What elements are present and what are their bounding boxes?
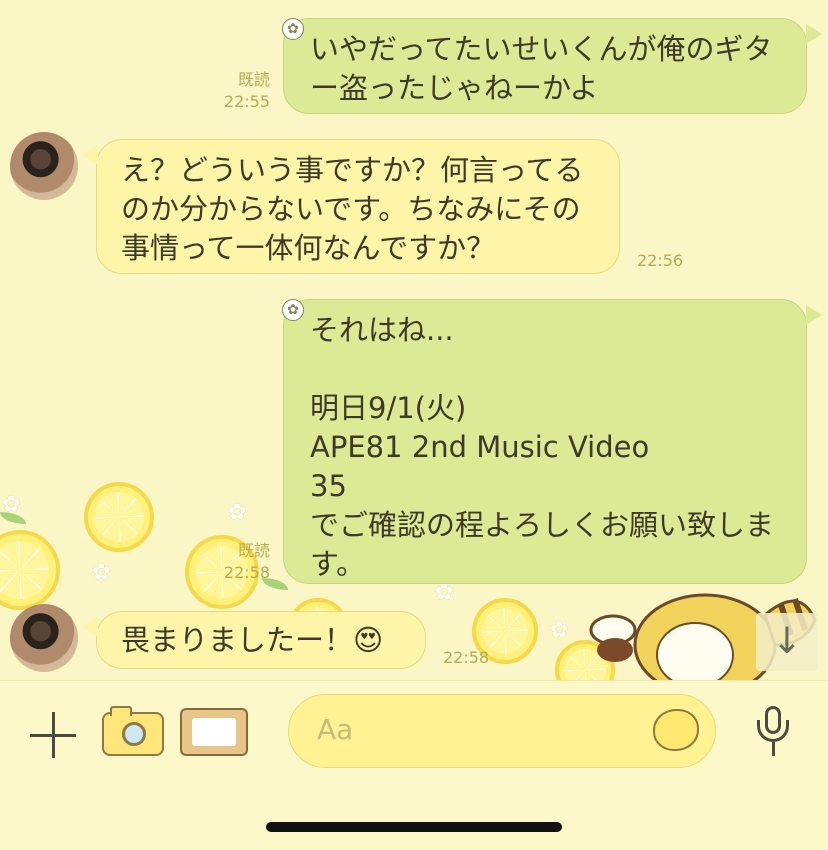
- message-time: 22:56: [637, 251, 684, 270]
- avatar[interactable]: [10, 604, 78, 672]
- leaf-decoration: [0, 512, 26, 524]
- message-input[interactable]: Aa: [288, 694, 716, 768]
- scroll-down-button[interactable]: ↓: [756, 613, 818, 671]
- message-bubble-incoming[interactable]: 畏まりましたー！😍: [96, 611, 426, 669]
- read-receipt: 既読: [237, 70, 270, 89]
- message-time: 22:58: [223, 563, 270, 582]
- microphone-icon-stem: [772, 742, 775, 756]
- bubble-tail: [82, 617, 98, 637]
- star-icon: ✿: [282, 299, 304, 321]
- message-bubble-outgoing[interactable]: それはね... 明日9/1(火) APE81 2nd Music Video 3…: [283, 299, 807, 584]
- star-icon: ✿: [282, 18, 304, 40]
- message-bubble-outgoing[interactable]: いやだってたいせいくんが俺のギター盗ったじゃねーかよ: [283, 18, 807, 114]
- flower-decoration: ✿: [228, 500, 247, 525]
- flower-decoration: ✿: [92, 560, 111, 585]
- message-time: 22:58: [443, 648, 490, 667]
- arrow-down-icon: ↓: [771, 621, 803, 662]
- avatar[interactable]: [10, 132, 78, 200]
- plus-icon[interactable]: [30, 712, 76, 758]
- camera-icon[interactable]: [102, 706, 164, 756]
- flower-decoration: ✿: [550, 618, 569, 643]
- photo-frame-icon[interactable]: [180, 708, 248, 756]
- input-placeholder: Aa: [317, 713, 354, 746]
- chat-area[interactable]: ✿ ✿ ✿ ✿ ✿ いやだってたいせいくんが俺のギター盗ったじゃねーかよ ✿ 既…: [0, 0, 828, 680]
- bubble-tail: [806, 24, 822, 44]
- home-indicator[interactable]: [266, 822, 562, 832]
- lemon-decoration: [84, 482, 154, 552]
- lemon-decoration: [0, 530, 60, 610]
- read-receipt: 既読: [237, 541, 270, 560]
- message-time: 22:55: [223, 92, 270, 111]
- lemon-sticker-icon[interactable]: [653, 709, 699, 751]
- bubble-tail: [82, 145, 98, 165]
- bubble-tail: [806, 305, 822, 325]
- message-bubble-incoming[interactable]: え？どういう事ですか？何言ってるのか分からないです。ちなみにその事情って一体何な…: [96, 139, 620, 274]
